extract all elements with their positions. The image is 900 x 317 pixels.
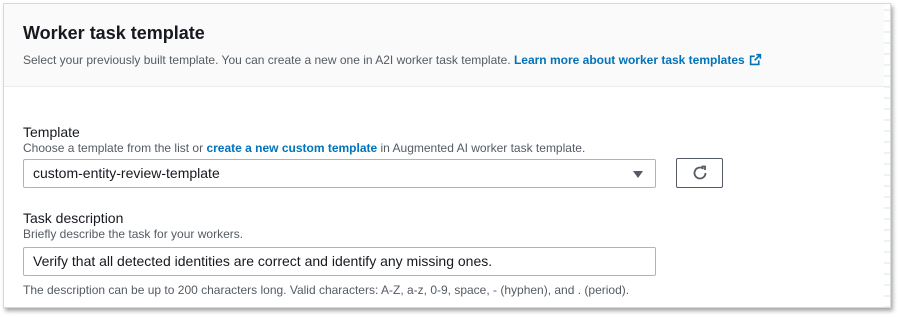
template-select-value: custom-entity-review-template bbox=[33, 165, 220, 181]
template-select[interactable]: custom-entity-review-template bbox=[23, 159, 656, 188]
template-label: Template bbox=[23, 124, 80, 140]
template-hint-before: Choose a template from the list or bbox=[23, 141, 204, 155]
panel-header: Worker task template Select your previou… bbox=[4, 4, 890, 87]
panel-title: Worker task template bbox=[23, 23, 205, 43]
task-description-input[interactable]: Verify that all detected identities are … bbox=[23, 247, 656, 276]
external-link-icon[interactable] bbox=[749, 53, 762, 66]
task-description-hint: Briefly describe the task for your worke… bbox=[23, 227, 244, 241]
task-description-label: Task description bbox=[23, 210, 124, 226]
caret-down-icon bbox=[633, 171, 643, 178]
template-hint: Choose a template from the list or creat… bbox=[23, 141, 585, 156]
panel-description-text: Select your previously built template. Y… bbox=[23, 53, 511, 67]
refresh-button[interactable] bbox=[676, 158, 723, 188]
panel-description: Select your previously built template. Y… bbox=[23, 52, 871, 68]
task-description-constraint: The description can be up to 200 charact… bbox=[23, 283, 630, 297]
worker-task-template-panel: Worker task template Select your previou… bbox=[3, 3, 891, 308]
refresh-icon bbox=[693, 165, 706, 180]
template-hint-after: in Augmented AI worker task template. bbox=[380, 141, 586, 155]
learn-more-link[interactable]: Learn more about worker task templates bbox=[514, 53, 762, 67]
create-custom-template-link[interactable]: create a new custom template bbox=[206, 141, 377, 155]
learn-more-link-text[interactable]: Learn more about worker task templates bbox=[514, 53, 745, 67]
